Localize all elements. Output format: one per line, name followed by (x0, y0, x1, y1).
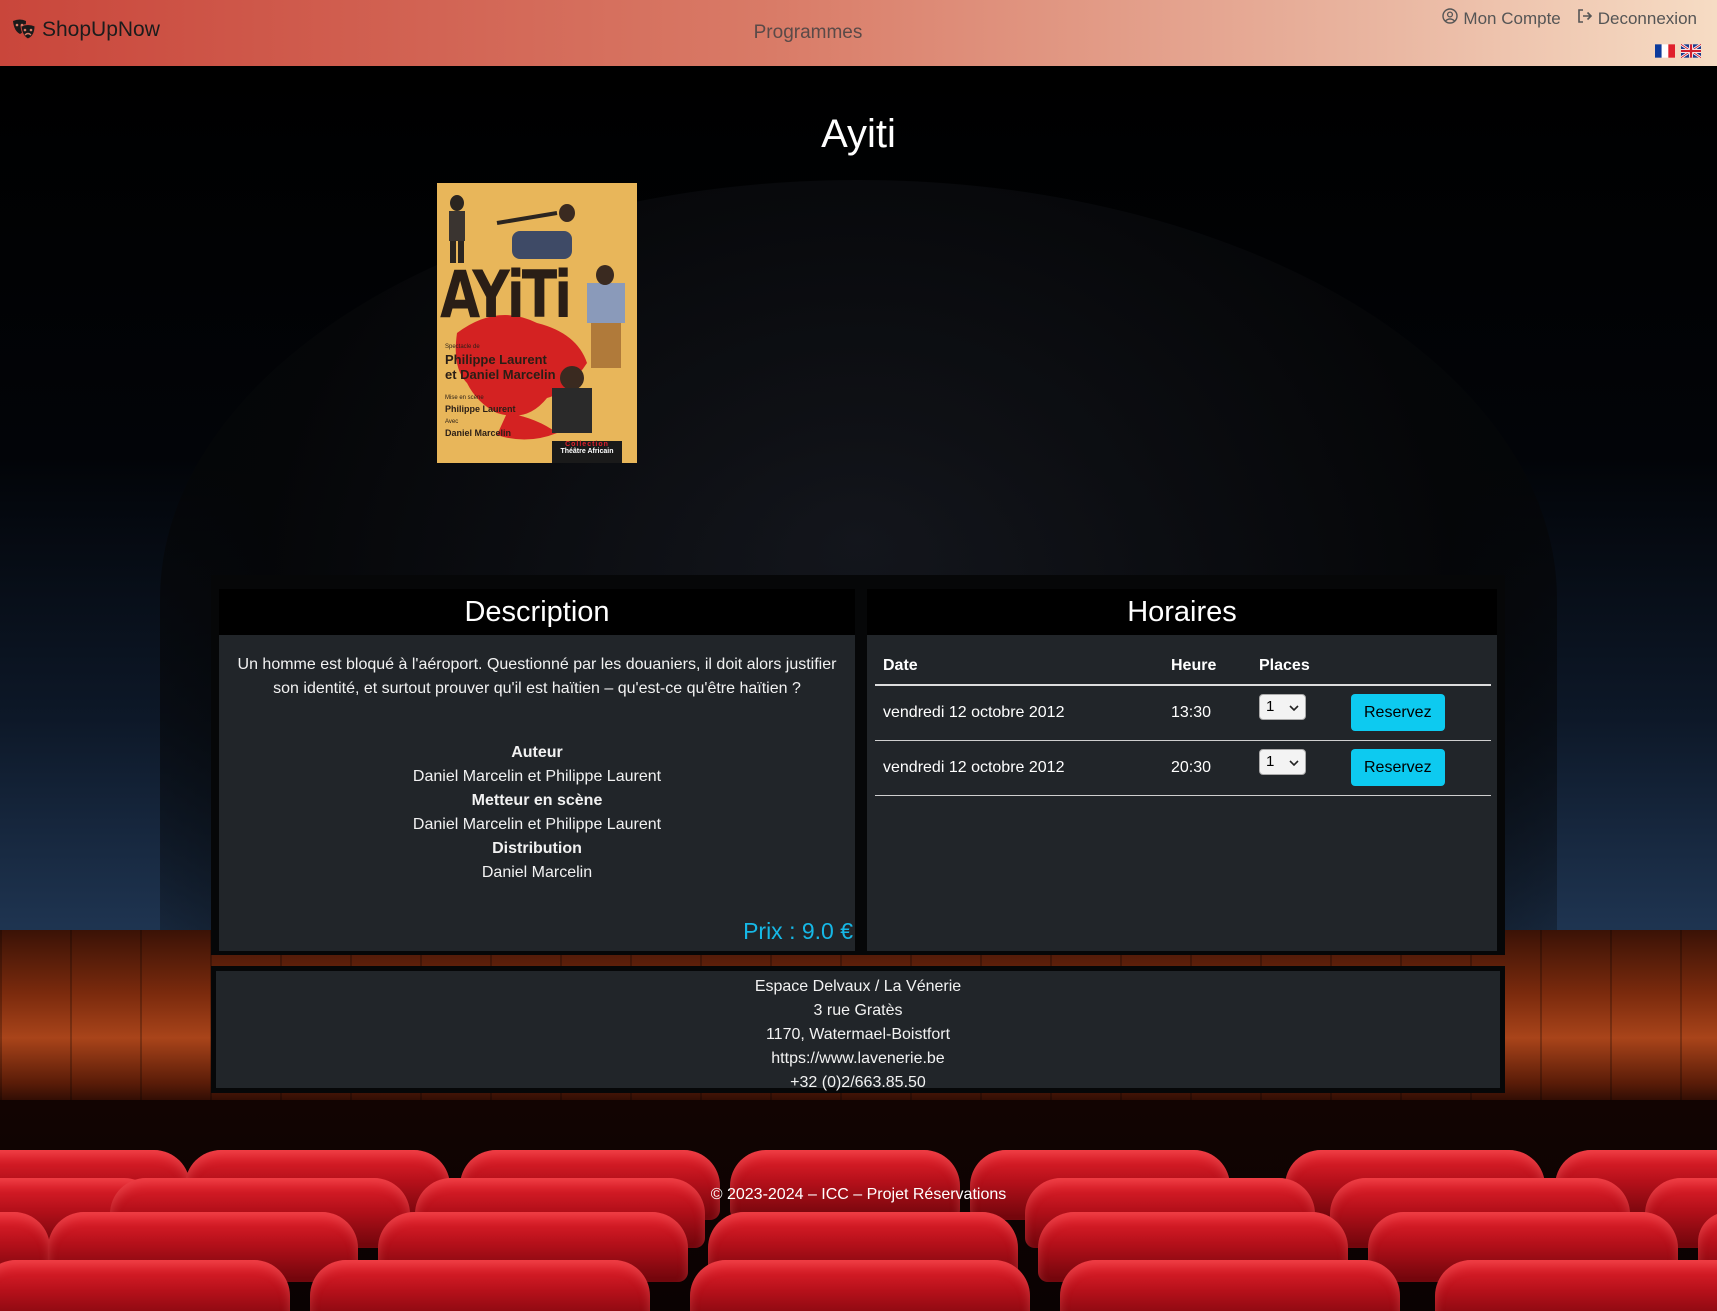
user-circle-icon (1442, 8, 1459, 29)
price-label: Prix : 9.0 € (743, 918, 853, 944)
table-row: vendredi 12 octobre 2012 20:30 1 Reserve… (875, 740, 1491, 796)
poster-credit-6: Avec (445, 419, 459, 425)
sign-out-icon (1577, 8, 1593, 29)
account-link[interactable]: Mon Compte (1442, 8, 1561, 29)
row-date: vendredi 12 octobre 2012 (875, 685, 1163, 741)
description-text: Un homme est bloqué à l'aéroport. Questi… (237, 656, 837, 697)
director-value: Daniel Marcelin et Philippe Laurent (412, 816, 662, 833)
schedule-heading: Horaires (867, 589, 1497, 635)
cast-label: Distribution (492, 840, 582, 857)
chevron-down-icon (1289, 753, 1299, 770)
venue-info: Espace Delvaux / La Vénerie 3 rue Gratès… (211, 966, 1505, 1093)
poster-credit-1: Spectacle de (445, 344, 480, 350)
show-title: Ayiti (821, 112, 896, 156)
chevron-down-icon (1289, 698, 1299, 715)
logout-link[interactable]: Deconnexion (1577, 8, 1697, 29)
table-row: vendredi 12 octobre 2012 13:30 1 Reserve… (875, 685, 1491, 741)
places-select[interactable]: 1 (1259, 693, 1306, 720)
seat (1060, 1260, 1400, 1311)
places-value: 1 (1266, 753, 1275, 770)
col-places: Places (1251, 647, 1343, 686)
col-action (1343, 647, 1491, 686)
poster-credit-3: et Daniel Marcelin (445, 367, 556, 382)
venue-street: 3 rue Gratès (813, 1002, 903, 1019)
venue-website-link[interactable]: https://www.lavenerie.be (216, 1047, 1500, 1071)
seat (1435, 1260, 1717, 1311)
uk-flag-icon[interactable] (1680, 43, 1702, 59)
account-label: Mon Compte (1463, 8, 1561, 28)
language-switcher (1655, 43, 1702, 59)
cast-value: Daniel Marcelin (481, 864, 593, 881)
venue-phone: +32 (0)2/663.85.50 (790, 1074, 926, 1091)
poster-credit-2: Philippe Laurent (445, 352, 547, 367)
schedule-table: Date Heure Places vendredi 12 octobre 20… (875, 647, 1491, 796)
poster-collection-badge: Collection Théâtre Africain (552, 441, 622, 463)
row-action-cell: Reservez (1343, 740, 1491, 796)
venue-name: Espace Delvaux / La Vénerie (754, 978, 962, 995)
row-time: 13:30 (1163, 685, 1251, 741)
description-heading: Description (219, 589, 855, 635)
col-date: Date (875, 647, 1163, 686)
row-action-cell: Reservez (1343, 685, 1491, 741)
row-places-cell: 1 (1251, 685, 1343, 741)
credits: Auteur Daniel Marcelin et Philippe Laure… (219, 741, 855, 885)
places-value: 1 (1266, 698, 1275, 716)
schedule-panel: Horaires Date Heure Places vendredi 12 o… (863, 585, 1501, 955)
seat (310, 1260, 650, 1311)
fr-flag-icon[interactable] (1655, 44, 1675, 58)
seat (0, 1260, 290, 1311)
poster-credit-7: Daniel Marcelin (445, 428, 512, 438)
author-value: Daniel Marcelin et Philippe Laurent (412, 768, 662, 785)
footer-copyright: © 2023-2024 – ICC – Projet Réservations (710, 1186, 1007, 1203)
poster-credit-4: Mise en scène (445, 395, 484, 401)
show-details: Description Un homme est bloqué à l'aéro… (211, 575, 1505, 955)
seat (690, 1260, 1030, 1311)
reserve-button[interactable]: Reservez (1351, 749, 1445, 786)
user-menu: Mon Compte Deconnexion (1442, 8, 1697, 29)
col-time: Heure (1163, 647, 1251, 686)
row-places-cell: 1 (1251, 740, 1343, 796)
places-select[interactable]: 1 (1259, 748, 1306, 775)
row-time: 20:30 (1163, 740, 1251, 796)
seat (730, 1150, 960, 1220)
show-poster: AYiTi Spectacle de Philippe Laurent et D… (437, 183, 637, 463)
director-label: Metteur en scène (471, 792, 603, 809)
venue-city: 1170, Watermael-Boistfort (765, 1026, 951, 1043)
author-label: Auteur (511, 744, 563, 761)
row-date: vendredi 12 octobre 2012 (875, 740, 1163, 796)
reserve-button[interactable]: Reservez (1351, 694, 1445, 732)
poster-title: AYiTi (440, 258, 572, 333)
poster-collection-2: Théâtre Africain (560, 448, 614, 455)
description-panel: Description Un homme est bloqué à l'aéro… (215, 585, 859, 955)
top-navbar: ShopUpNow Programmes Mon Compte Deconnex… (0, 0, 1717, 66)
logout-label: Deconnexion (1597, 8, 1697, 28)
poster-collection-1: Collection (565, 441, 609, 448)
table-header-row: Date Heure Places (875, 647, 1491, 686)
nav-programmes-link[interactable]: Programmes (0, 22, 1616, 44)
poster-credit-5: Philippe Laurent (445, 404, 516, 414)
